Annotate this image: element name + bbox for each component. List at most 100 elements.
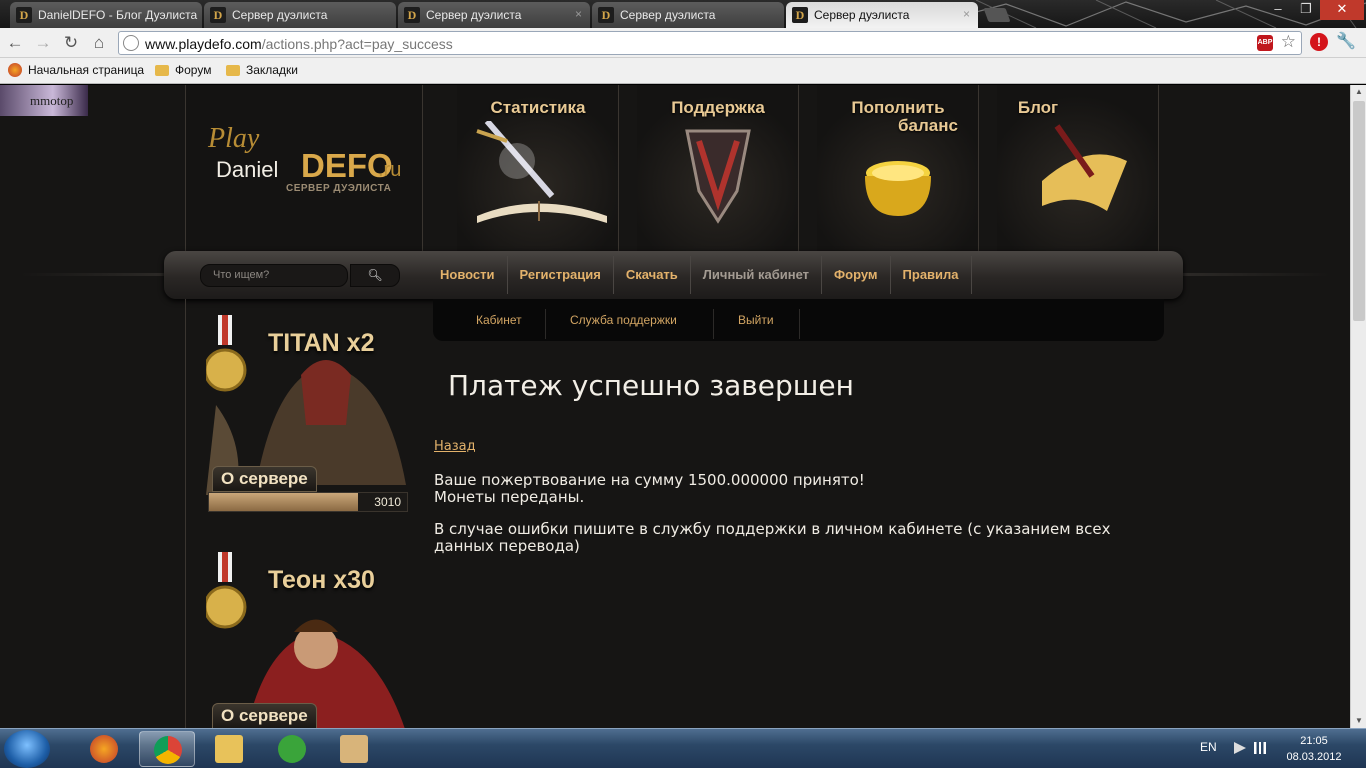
subnav-logout[interactable]: Выйти [738,299,774,341]
menu-rules[interactable]: Правила [891,256,972,294]
reload-icon[interactable]: ↻ [60,32,82,54]
subnav-support[interactable]: Служба поддержки [570,299,677,341]
site-logo[interactable]: Play Daniel DEFO .ru СЕРВЕР ДУЭЛИСТА [185,85,423,253]
search-button[interactable]: 🔍︎ [350,264,400,287]
sword-book-icon [476,121,607,223]
url-text: www.playdefo.com/actions.php?act=pay_suc… [145,36,453,52]
taskbar-utorrent[interactable] [264,731,320,767]
firefox-icon [90,735,118,763]
game-icon [340,735,368,763]
scroll-down-icon[interactable]: ▼ [1351,714,1366,728]
scroll-up-icon[interactable]: ▲ [1351,85,1366,99]
promo-about-button[interactable]: О сервере [212,703,317,728]
header-card-balance[interactable]: Пополнить баланс [817,85,979,253]
adblock-icon[interactable]: ABP [1257,35,1273,51]
browser-tab-1[interactable]: D DanielDEFO - Блог Дуэлиста [10,2,202,28]
card-title: Пополнить [851,98,945,117]
browser-tab-5[interactable]: D Сервер дуэлиста × [786,2,978,28]
subnav-divider [713,309,714,339]
search-input[interactable]: Что ищем? [200,264,348,287]
page-info-icon[interactable] [123,35,139,51]
promo-about-button[interactable]: О сервере [212,466,317,492]
address-bar[interactable]: www.playdefo.com/actions.php?act=pay_suc… [118,31,1302,55]
forward-arrow-icon[interactable]: → [32,32,54,54]
logo-play: Play [208,123,260,154]
menu-cabinet[interactable]: Личный кабинет [691,256,823,294]
taskbar-chrome[interactable] [139,731,195,767]
folder-icon [155,64,169,76]
menu-forum[interactable]: Форум [822,256,891,294]
system-clock[interactable]: 21:05 08.03.2012 [1282,733,1346,765]
bookmark-home[interactable]: Начальная страница [8,63,144,77]
mmotop-banner[interactable]: mmotop [0,85,88,116]
taskbar-explorer[interactable] [201,731,257,767]
header-card-support[interactable]: Поддержка [637,85,799,253]
page-title: Платеж успешно завершен [448,369,854,402]
bookmark-label: Закладки [246,63,298,77]
bookmark-star-icon[interactable]: ☆ [1281,32,1296,52]
header-card-blog[interactable]: Блог [997,85,1159,253]
menu-download[interactable]: Скачать [614,256,691,294]
windows-taskbar: EN 21:05 08.03.2012 [0,728,1366,768]
card-title: Статистика [490,98,586,117]
server-promo-titan[interactable]: TITAN x2 О сервере 3010 [206,315,416,535]
language-indicator[interactable]: EN [1200,740,1217,754]
new-tab-button[interactable] [983,8,1011,22]
page-scrollbar[interactable]: ▲ ▼ [1350,85,1366,728]
wrench-menu-icon[interactable]: 🔧 [1336,31,1356,51]
subnav-cabinet[interactable]: Кабинет [476,299,522,341]
clock-time: 21:05 [1300,735,1328,747]
url-path: /actions.php?act=pay_success [261,36,453,52]
firefox-icon [8,63,22,77]
taskbar-game[interactable] [326,731,382,767]
tab-title: Сервер дуэлиста [620,8,716,22]
bookmark-folder[interactable]: Закладки [226,63,298,77]
logo-subtitle: СЕРВЕР ДУЭЛИСТА [286,183,392,194]
menu-news[interactable]: Новости [428,256,508,294]
bookmarks-bar: Начальная страница Форум Закладки [0,58,1366,84]
site-favicon-icon: D [792,7,808,23]
browser-tab-4[interactable]: D Сервер дуэлиста [592,2,784,28]
tab-title: Сервер дуэлиста [426,8,522,22]
bookmark-label: Начальная страница [28,63,145,77]
online-count: 3010 [374,495,401,509]
menu-registration[interactable]: Регистрация [508,256,614,294]
card-title: Поддержка [671,98,765,117]
subnav-divider [799,309,800,339]
scrollbar-thumb[interactable] [1353,101,1365,321]
logo-daniel: Daniel [216,157,279,182]
close-window-button[interactable]: ✕ [1320,0,1364,20]
network-icon[interactable] [1254,742,1266,754]
home-icon[interactable]: ⌂ [88,32,110,54]
extension-alert-icon[interactable]: ! [1310,33,1328,51]
utorrent-icon [278,735,306,763]
coins-transferred-text: Монеты переданы. [434,488,585,506]
show-hidden-icons-icon[interactable] [1234,742,1246,754]
tab-close-icon[interactable]: × [575,7,582,21]
header-card-stats[interactable]: Статистика [457,85,619,253]
maximize-button[interactable]: ❐ [1292,0,1320,20]
folder-icon [215,735,243,763]
back-arrow-icon[interactable]: ← [4,32,26,54]
bookmark-label: Форум [175,63,212,77]
site-favicon-icon: D [404,7,420,23]
clock-date: 08.03.2012 [1286,751,1342,763]
browser-tab-3[interactable]: D Сервер дуэлиста × [398,2,590,28]
url-host: www.playdefo.com [145,36,262,52]
browser-toolbar: ← → ↻ ⌂ www.playdefo.com/actions.php?act… [0,28,1366,58]
site-favicon-icon: D [210,7,226,23]
bookmark-forum[interactable]: Форум [155,63,211,77]
banner-text: mmotop [30,93,74,108]
chrome-icon [154,736,182,764]
start-button[interactable] [4,730,50,768]
main-navbar: Что ищем? 🔍︎ Новости Регистрация Скачать… [164,251,1183,299]
server-promo-teon[interactable]: Теон x30 О сервере [206,552,416,728]
browser-tab-2[interactable]: D Сервер дуэлиста [204,2,396,28]
minimize-button[interactable]: – [1264,0,1292,20]
back-link[interactable]: Назад [434,439,476,454]
shield-icon [685,129,751,224]
site-favicon-icon: D [598,7,614,23]
search-icon: 🔍︎ [367,268,383,282]
taskbar-firefox[interactable] [76,731,132,767]
tab-close-icon[interactable]: × [963,7,970,21]
